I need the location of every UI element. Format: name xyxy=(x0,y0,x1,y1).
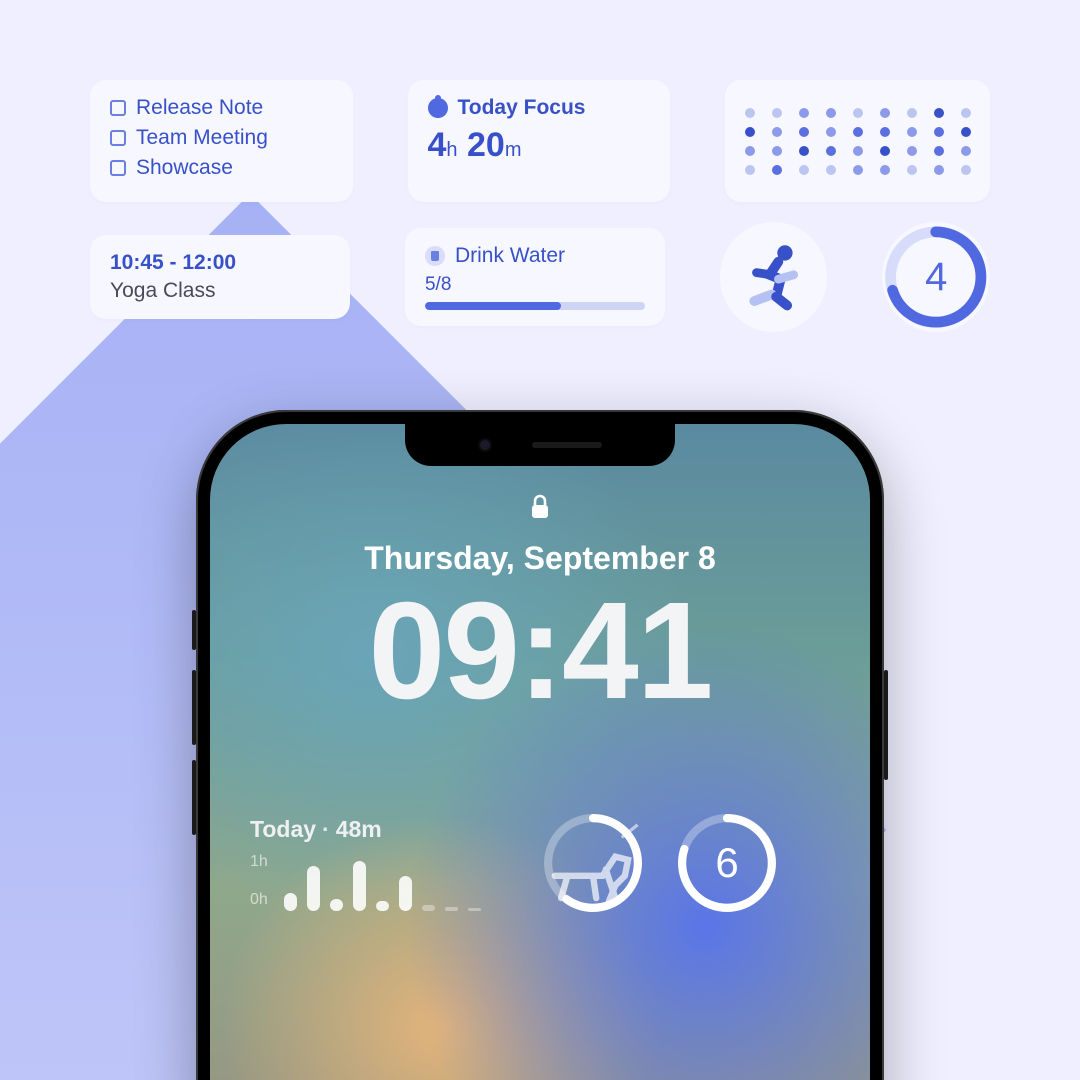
chart-axis-top: 1h xyxy=(250,853,268,871)
widgets-row-1: Release Note Team Meeting Showcase Today… xyxy=(90,80,990,202)
checkbox-icon[interactable] xyxy=(110,160,126,176)
focus-duration: 4h 20m xyxy=(428,126,651,165)
widget-activity-runner[interactable] xyxy=(720,222,828,332)
phone-side-button xyxy=(884,670,888,780)
phone-frame: Thursday, September 8 09:41 Today · 48m … xyxy=(196,410,884,1080)
dog-walk-icon xyxy=(542,812,644,914)
phone-side-button xyxy=(192,670,196,745)
widget-activity-heatmap[interactable] xyxy=(725,80,990,202)
focus-label: Today Focus xyxy=(458,96,586,120)
heatmap-grid xyxy=(745,108,971,175)
checkbox-icon[interactable] xyxy=(110,130,126,146)
lockscreen-widget-ring[interactable]: 6 xyxy=(676,812,778,914)
chart-axis-bottom: 0h xyxy=(250,891,268,909)
checklist-item[interactable]: Showcase xyxy=(110,156,333,180)
widget-drink-water[interactable]: Drink Water 5/8 xyxy=(405,228,665,326)
checkbox-icon[interactable] xyxy=(110,100,126,116)
water-label: Drink Water xyxy=(455,244,565,268)
widget-calendar-event[interactable]: 10:45 - 12:00 Yoga Class xyxy=(90,235,350,319)
camera-icon xyxy=(478,438,492,452)
phone-lockscreen[interactable]: Thursday, September 8 09:41 Today · 48m … xyxy=(210,424,870,1080)
checklist-label: Release Note xyxy=(136,96,263,120)
focus-icon xyxy=(428,98,448,118)
widget-progress-ring[interactable]: 4 xyxy=(882,222,990,332)
phone-notch xyxy=(405,424,675,466)
chart-title: Today · 48m xyxy=(250,816,510,843)
lockscreen-widget-pet[interactable] xyxy=(542,812,644,914)
widgets-row-2: 10:45 - 12:00 Yoga Class Drink Water 5/8… xyxy=(90,222,990,332)
lockscreen-widgets-row: Today · 48m 1h 0h xyxy=(250,812,830,914)
phone-mockup: Thursday, September 8 09:41 Today · 48m … xyxy=(196,410,884,1080)
lockscreen-time: 09:41 xyxy=(210,572,870,731)
lockscreen-widget-chart[interactable]: Today · 48m 1h 0h xyxy=(250,816,510,911)
checklist-item[interactable]: Release Note xyxy=(110,96,333,120)
widget-checklist[interactable]: Release Note Team Meeting Showcase xyxy=(90,80,353,202)
progress-ring-icon xyxy=(882,222,990,332)
event-name: Yoga Class xyxy=(110,279,330,303)
glass-icon xyxy=(425,246,445,266)
checklist-item[interactable]: Team Meeting xyxy=(110,126,333,150)
widget-today-focus[interactable]: Today Focus 4h 20m xyxy=(408,80,671,202)
lock-icon xyxy=(530,494,550,525)
runner-icon xyxy=(739,242,809,312)
checklist-label: Team Meeting xyxy=(136,126,268,150)
water-count: 5/8 xyxy=(425,274,645,296)
speaker-grille xyxy=(532,442,602,448)
chart-bars: 1h 0h xyxy=(250,853,510,911)
water-progress-bar xyxy=(425,302,645,310)
water-progress-fill xyxy=(425,302,561,310)
phone-side-button xyxy=(192,760,196,835)
checklist-label: Showcase xyxy=(136,156,233,180)
ring-icon xyxy=(676,812,778,914)
phone-side-button xyxy=(192,610,196,650)
event-time: 10:45 - 12:00 xyxy=(110,251,330,275)
